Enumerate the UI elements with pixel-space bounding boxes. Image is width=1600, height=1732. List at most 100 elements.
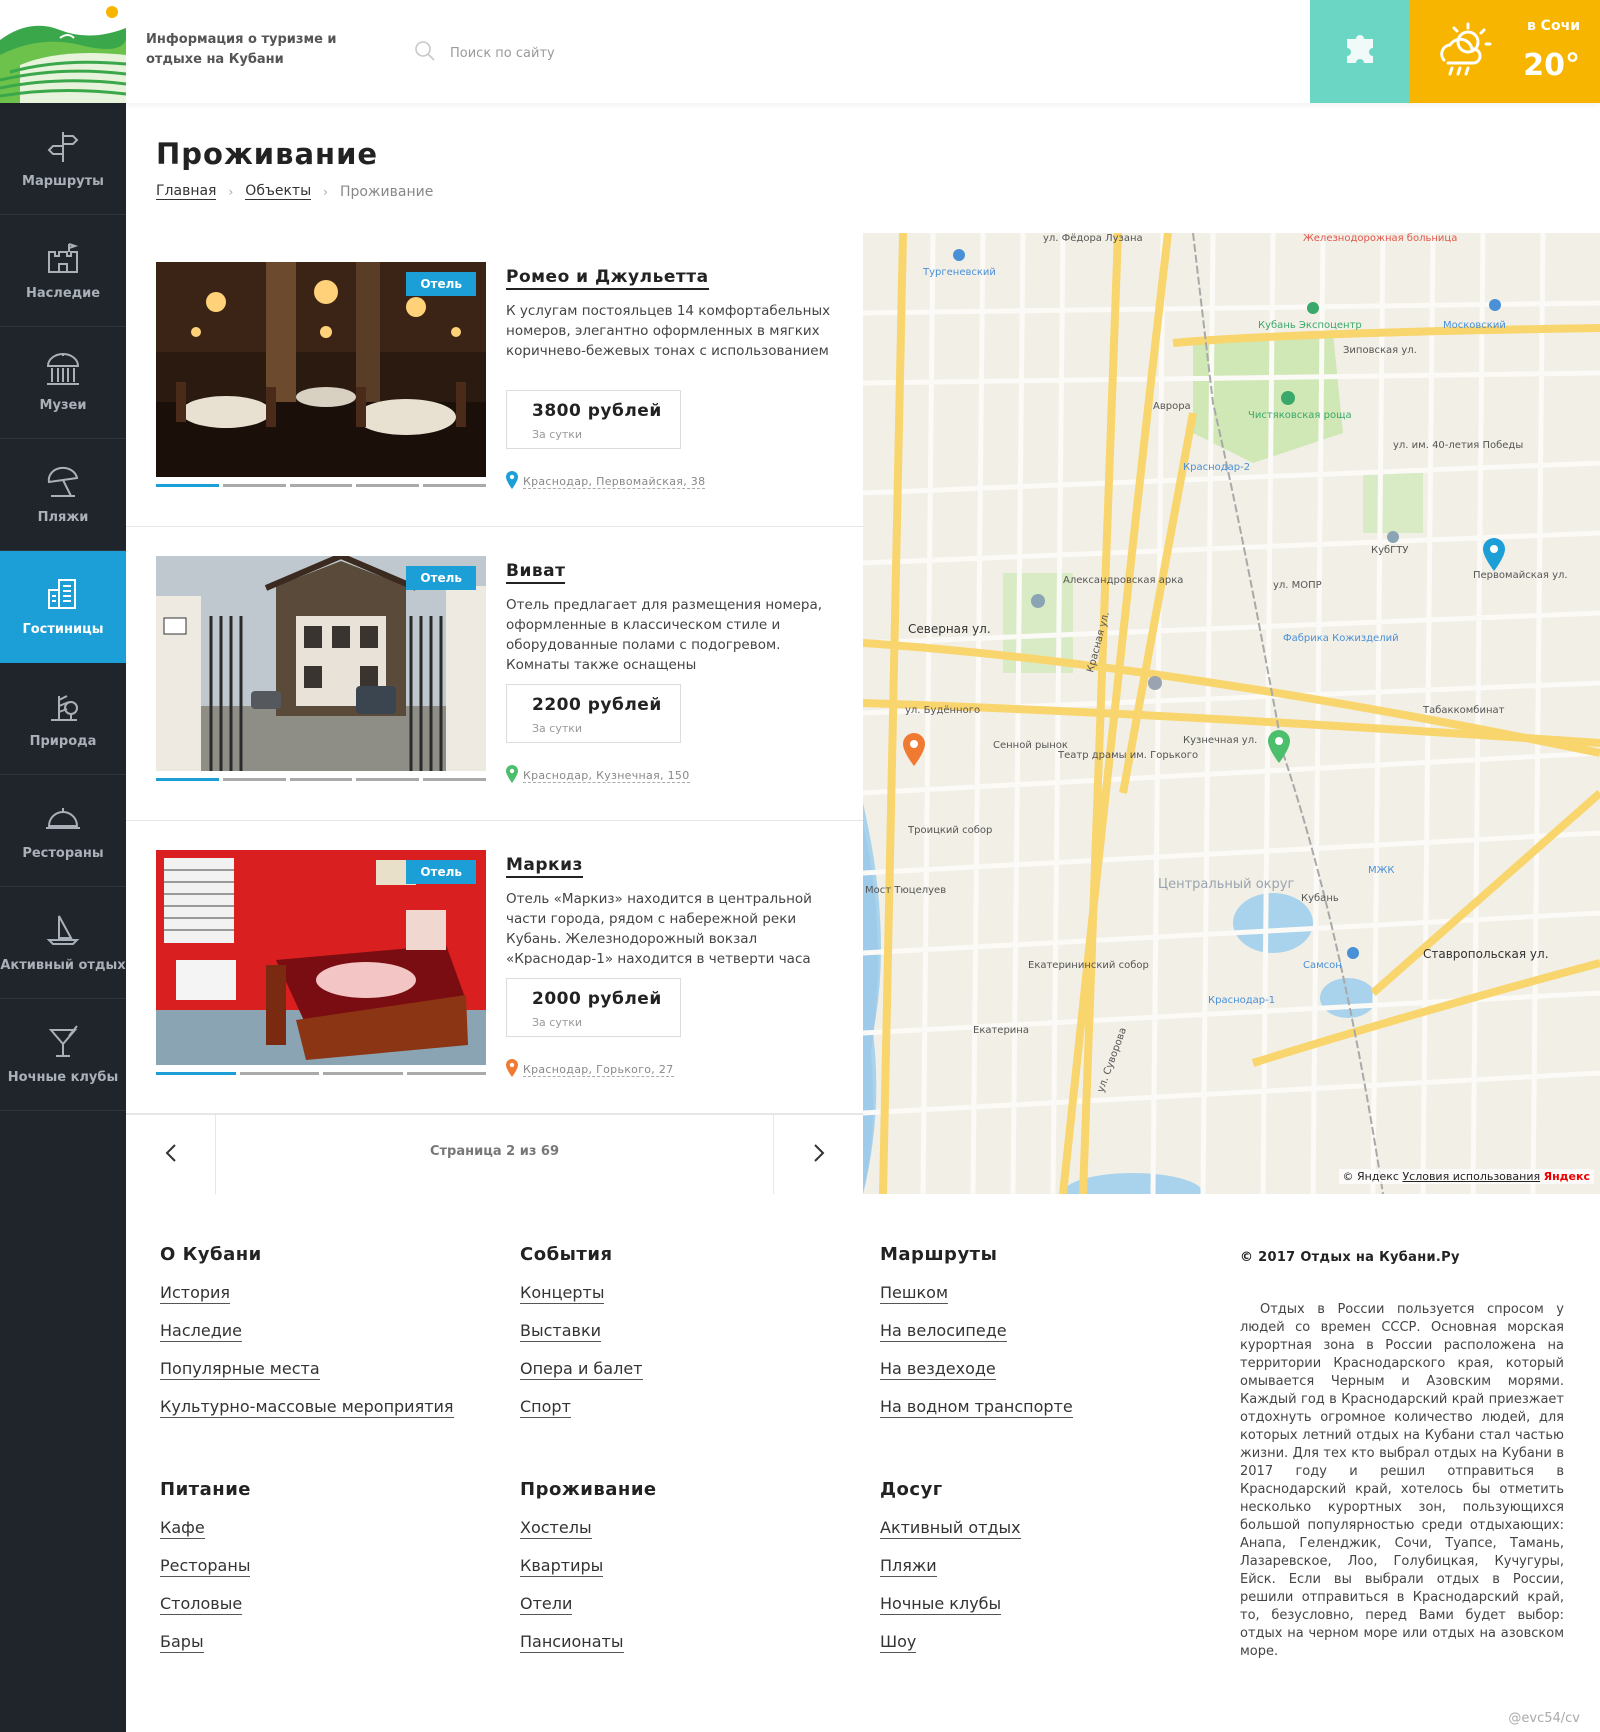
map-label-place: Александровская арка bbox=[1063, 575, 1183, 586]
sidebar-item-restaurants[interactable]: Рестораны bbox=[0, 775, 126, 887]
hotel-address[interactable]: Краснодар, Первомайская, 38 bbox=[506, 471, 706, 493]
map-label-street: ул. Фёдора Лузана bbox=[1043, 233, 1143, 244]
map-label-place: Фабрика Кожизделий bbox=[1283, 633, 1399, 644]
next-page-button[interactable] bbox=[773, 1114, 863, 1195]
price-box: 3800 рублей За сутки bbox=[506, 390, 681, 449]
footer-link[interactable]: Культурно-массовые мероприятия bbox=[160, 1397, 454, 1418]
breadcrumb-home[interactable]: Главная bbox=[156, 183, 217, 200]
signpost-icon bbox=[45, 128, 81, 164]
sidebar-item-heritage[interactable]: Наследие bbox=[0, 215, 126, 327]
price-note: За сутки bbox=[532, 1016, 583, 1029]
hotel-description: Отель «Маркиз» находится в центральной ч… bbox=[506, 891, 812, 965]
map-attribution: © Яндекс Условия использования Яндекс bbox=[1338, 1169, 1594, 1184]
footer-link[interactable]: Кафе bbox=[160, 1518, 205, 1539]
map-label-place: КубГТУ bbox=[1371, 545, 1409, 556]
map-label-place: Кубань bbox=[1301, 893, 1339, 904]
photo-slider-indicator[interactable] bbox=[156, 1072, 486, 1075]
site-logo[interactable] bbox=[0, 0, 126, 103]
puzzle-icon bbox=[1343, 33, 1377, 71]
price-box: 2200 рублей За сутки bbox=[506, 684, 681, 743]
hotel-price: 3800 рублей bbox=[532, 401, 662, 421]
footer-link[interactable]: Концерты bbox=[520, 1283, 605, 1304]
footer-link[interactable]: Спорт bbox=[520, 1397, 571, 1418]
map-label-station: МЖК bbox=[1368, 865, 1395, 876]
price-note: За сутки bbox=[532, 722, 583, 735]
search-input[interactable] bbox=[450, 45, 710, 61]
footer-link[interactable]: Хостелы bbox=[520, 1518, 592, 1539]
map-label-place: Троицкий собор bbox=[907, 825, 992, 836]
footer-link[interactable]: Ночные клубы bbox=[880, 1594, 1002, 1615]
footer-link[interactable]: На вездеходе bbox=[880, 1359, 996, 1380]
hotel-card: Отель Ромео и Джульетта К услугам постоя… bbox=[126, 233, 863, 527]
address-text[interactable]: Краснодар, Первомайская, 38 bbox=[523, 475, 706, 489]
footer-link[interactable]: Выставки bbox=[520, 1321, 602, 1342]
map-label-place: Кубань Экспоцентр bbox=[1258, 320, 1362, 331]
watermark: @evc54/cv bbox=[1508, 1711, 1580, 1726]
hotel-title[interactable]: Ромео и Джульетта bbox=[506, 267, 709, 290]
hotel-description: К услугам постояльцев 14 комфортабельных… bbox=[506, 303, 831, 359]
search-bar[interactable] bbox=[414, 40, 710, 66]
sidebar-item-active-rest[interactable]: Активный отдых bbox=[0, 887, 126, 999]
sidebar-item-museums[interactable]: Музеи bbox=[0, 327, 126, 439]
prev-page-button[interactable] bbox=[126, 1114, 216, 1195]
breadcrumb-objects[interactable]: Объекты bbox=[245, 183, 312, 200]
hotel-photo[interactable]: Отель bbox=[156, 556, 486, 771]
footer-link[interactable]: Пляжи bbox=[880, 1556, 937, 1577]
puzzle-button[interactable] bbox=[1310, 0, 1410, 103]
hotels-map[interactable]: ул. Фёдора Лузана Железнодорожная больни… bbox=[863, 233, 1600, 1194]
map-label-station: Краснодар-1 bbox=[1208, 995, 1275, 1006]
footer-link[interactable]: Столовые bbox=[160, 1594, 243, 1615]
sidebar-item-beaches[interactable]: Пляжи bbox=[0, 439, 126, 551]
footer-heading: Проживание bbox=[520, 1479, 657, 1500]
address-text[interactable]: Краснодар, Горького, 27 bbox=[523, 1063, 674, 1077]
search-icon[interactable] bbox=[414, 40, 436, 66]
footer-link[interactable]: Квартиры bbox=[520, 1556, 604, 1577]
hotel-address[interactable]: Краснодар, Горького, 27 bbox=[506, 1059, 674, 1081]
map-label-place: Театр драмы им. Горького bbox=[1057, 750, 1198, 761]
footer-column: События Концерты Выставки Опера и балет … bbox=[520, 1244, 860, 1435]
footer-link[interactable]: Популярные места bbox=[160, 1359, 320, 1380]
map-label-street: ул. им. 40-летия Победы bbox=[1393, 440, 1523, 451]
hotel-title[interactable]: Виват bbox=[506, 561, 566, 584]
hotel-photo[interactable]: Отель bbox=[156, 850, 486, 1065]
sidebar-item-nature[interactable]: Природа bbox=[0, 663, 126, 775]
hotel-photo[interactable]: Отель bbox=[156, 262, 486, 477]
footer-link[interactable]: Пансионаты bbox=[520, 1632, 624, 1653]
footer-column: Питание Кафе Рестораны Столовые Бары bbox=[160, 1479, 500, 1670]
photo-slider-indicator[interactable] bbox=[156, 778, 486, 781]
footer-link[interactable]: Активный отдых bbox=[880, 1518, 1021, 1539]
address-text[interactable]: Краснодар, Кузнечная, 150 bbox=[523, 769, 690, 783]
sidebar-item-routes[interactable]: Маршруты bbox=[0, 103, 126, 215]
hotel-type-badge: Отель bbox=[406, 566, 476, 590]
footer-link[interactable]: Бары bbox=[160, 1632, 204, 1653]
footer-link[interactable]: На водном транспорте bbox=[880, 1397, 1073, 1418]
footer-link[interactable]: Наследие bbox=[160, 1321, 243, 1342]
yandex-logo[interactable]: Яндекс bbox=[1544, 1170, 1590, 1183]
weather-widget[interactable]: в Сочи 20° bbox=[1410, 0, 1600, 103]
footer-link[interactable]: Пешком bbox=[880, 1283, 949, 1304]
footer-heading: События bbox=[520, 1244, 613, 1265]
map-label-place: Мост Тюцелуев bbox=[865, 885, 946, 896]
hotel-card: Отель Виват Отель предлагает для размеще… bbox=[126, 527, 863, 821]
price-box: 2000 рублей За сутки bbox=[506, 978, 681, 1037]
footer-link[interactable]: Шоу bbox=[880, 1632, 917, 1653]
sidebar-item-nightclubs[interactable]: Ночные клубы bbox=[0, 999, 126, 1111]
footer-link[interactable]: История bbox=[160, 1283, 231, 1304]
sidebar-item-hotels[interactable]: Гостиницы bbox=[0, 551, 126, 663]
footer-column: Проживание Хостелы Квартиры Отели Пансио… bbox=[520, 1479, 860, 1670]
hotel-title[interactable]: Маркиз bbox=[506, 855, 583, 878]
hotel-price: 2200 рублей bbox=[532, 695, 662, 715]
photo-slider-indicator[interactable] bbox=[156, 484, 486, 487]
map-label-place: Тургеневский bbox=[922, 267, 996, 278]
footer-link[interactable]: На велосипеде bbox=[880, 1321, 1007, 1342]
map-terms-link[interactable]: Условия использования bbox=[1402, 1170, 1540, 1183]
chevron-left-icon bbox=[165, 1143, 177, 1167]
umbrella-icon bbox=[45, 464, 81, 500]
hotel-address[interactable]: Краснодар, Кузнечная, 150 bbox=[506, 765, 690, 787]
footer-link[interactable]: Опера и балет bbox=[520, 1359, 643, 1380]
footer-link[interactable]: Рестораны bbox=[160, 1556, 251, 1577]
footer-heading: О Кубани bbox=[160, 1244, 262, 1265]
tree-icon bbox=[45, 688, 81, 724]
footer-link[interactable]: Отели bbox=[520, 1594, 573, 1615]
footer-column: О Кубани История Наследие Популярные мес… bbox=[160, 1244, 500, 1435]
